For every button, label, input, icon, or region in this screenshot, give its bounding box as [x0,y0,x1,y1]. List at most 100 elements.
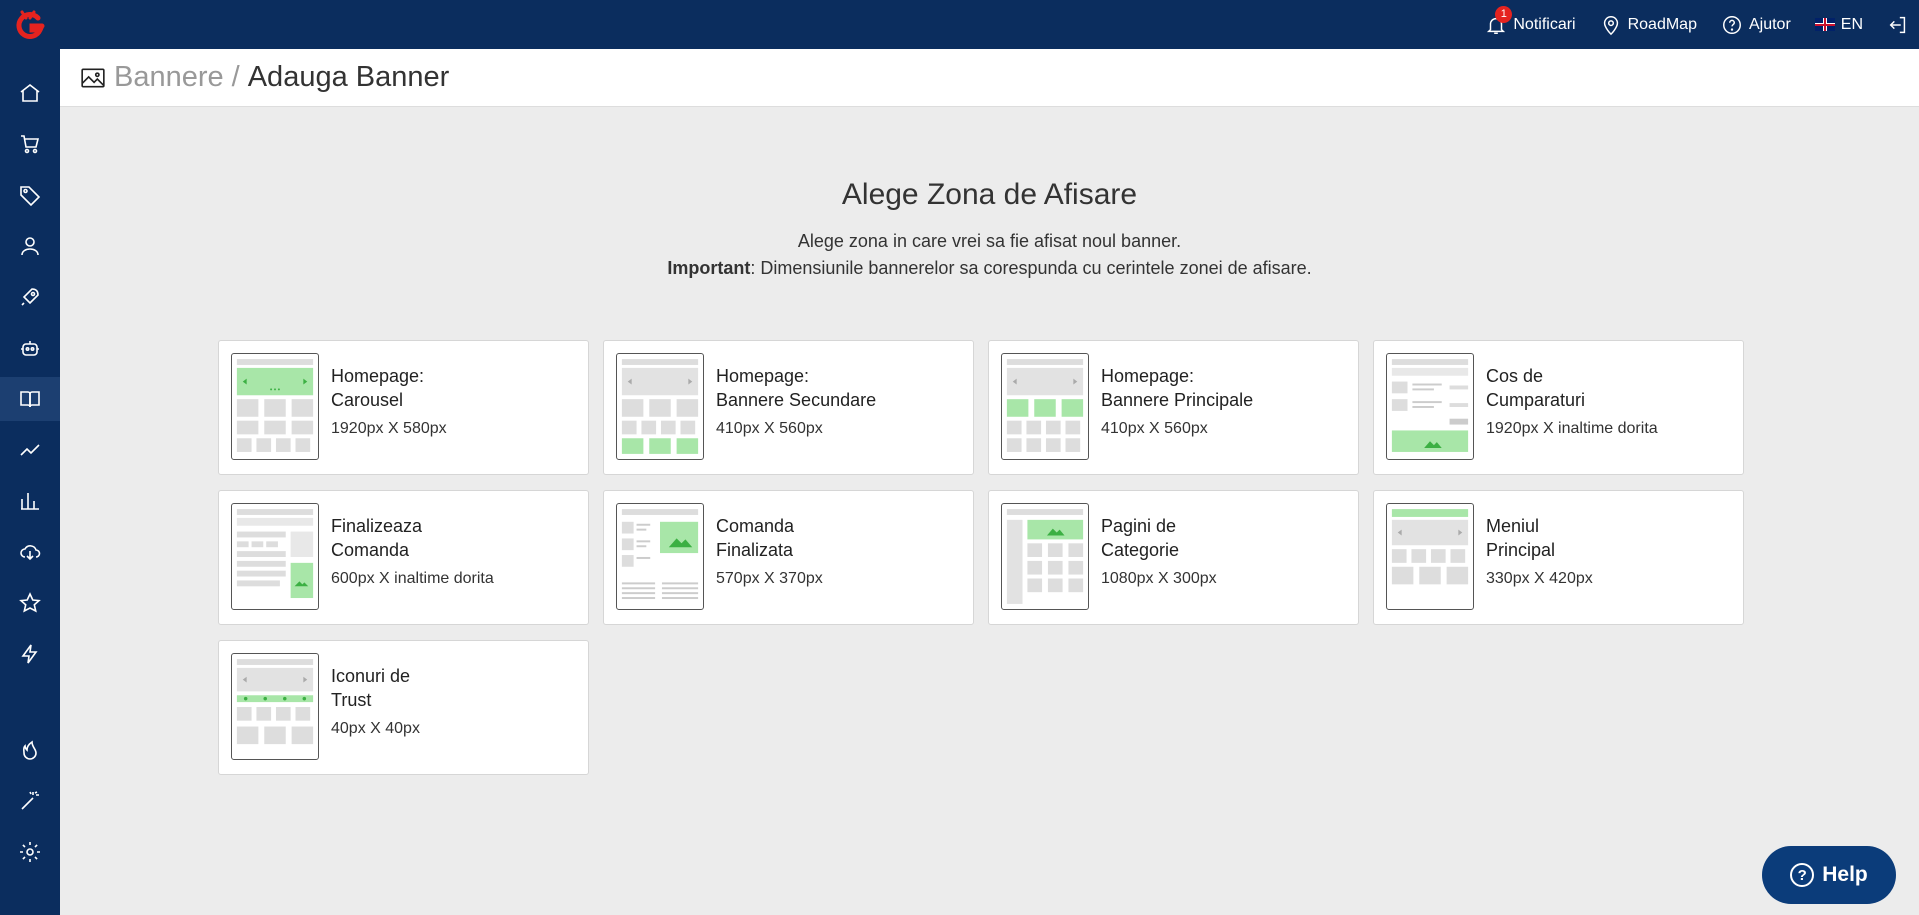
uk-flag-icon [1814,18,1835,31]
sidebar-item-analytics[interactable] [0,428,60,472]
zone-card-title-line1: Cos de [1486,366,1544,386]
breadcrumb-separator: / [231,61,240,93]
help-link-label: Ajutor [1748,15,1791,33]
zone-card-main-menu[interactable]: Meniul Principal 330px X 420px [1373,490,1744,625]
zone-card-title-line2: Comanda [331,540,410,560]
main-banners-layout-thumbnail [1001,353,1089,460]
logout-icon [1889,16,1906,33]
zone-card-title-line2: Trust [331,690,372,710]
zone-card-title-line2: Bannere Secundare [716,390,877,410]
order-complete-layout-thumbnail [616,503,704,610]
notifications-label: Notificari [1513,15,1576,33]
zone-card-checkout[interactable]: Finalizeaza Comanda 600px X inaltime dor… [218,490,589,625]
zone-card-size: 410px X 560px [716,420,823,437]
cart-icon [21,135,40,154]
users-icon [21,237,39,256]
lightning-icon [21,644,38,664]
help-button-label: Help [1822,863,1868,886]
language-label: EN [1840,15,1863,33]
zone-card-carousel[interactable]: Homepage: Carousel 1920px X 580px [218,340,589,475]
sidebar-item-reviews[interactable] [0,581,60,625]
main-menu-layout-thumbnail [1386,503,1474,610]
zone-card-order-complete[interactable]: Comanda Finalizata 570px X 370px [603,490,974,625]
home-icon [20,83,40,102]
map-pin-icon [1603,15,1618,35]
star-icon [19,592,41,613]
zone-card-title-line1: Homepage: [331,366,425,386]
page-header: Bannere / Adauga Banner [60,49,1919,107]
zone-card-title-line1: Meniul [1486,516,1540,536]
carousel-layout-thumbnail [231,353,319,460]
trend-icon [20,444,40,456]
zone-card-size: 40px X 40px [331,720,420,737]
zone-card-title-line2: Cumparaturi [1486,390,1586,410]
zone-card-size: 1920px X 580px [331,420,447,437]
sidebar-item-trending[interactable] [0,728,60,772]
important-label: Important [667,258,751,278]
cloud-download-icon [20,545,41,561]
help-link[interactable]: Ajutor [1721,14,1791,36]
zone-card-title-line1: Finalizeaza [331,516,423,536]
zone-card-size: 410px X 560px [1101,420,1208,437]
checkout-layout-thumbnail [231,503,319,610]
zone-card-title-line2: Carousel [331,390,404,410]
zone-card-size: 600px X inaltime dorita [331,570,494,587]
notifications-button[interactable]: 1 Notificari [1485,5,1576,36]
tag-icon [20,186,41,207]
zone-card-title-line2: Principal [1486,540,1556,560]
sidebar-item-products[interactable] [0,173,60,217]
section-note: Important: Dimensiunile bannerelor sa co… [60,255,1919,282]
sidebar-item-import[interactable] [0,530,60,574]
logo[interactable] [12,8,48,44]
sidebar-item-content[interactable] [0,377,60,421]
roadmap-button[interactable]: RoadMap [1600,14,1697,36]
zone-card-title-line1: Iconuri de [331,666,411,686]
question-circle-icon: ? [1790,863,1815,887]
zone-card-title-line1: Comanda [716,516,795,536]
zone-card-trust-icons[interactable]: Iconuri de Trust 40px X 40px [218,640,589,775]
fire-icon [22,740,37,760]
category-pages-layout-thumbnail [1001,503,1089,610]
sidebar-item-home[interactable] [0,71,60,115]
notifications-badge: 1 [1495,5,1513,23]
zone-card-title-line2: Categorie [1101,540,1180,560]
zone-card-title-line1: Homepage: [716,366,810,386]
zone-card-size: 330px X 420px [1486,570,1593,587]
zone-card-size: 570px X 370px [716,570,823,587]
gear-icon [20,842,40,862]
sidebar-item-orders[interactable] [0,122,60,166]
zone-card-secondary-banners[interactable]: Homepage: Bannere Secundare 410px X 560p… [603,340,974,475]
zone-card-main-banners[interactable]: Homepage: Bannere Principale 410px X 560… [988,340,1359,475]
sidebar-item-automation[interactable] [0,326,60,370]
logout-button[interactable] [1887,14,1909,36]
zone-card-title-line1: Homepage: [1101,366,1195,386]
sidebar-item-settings[interactable] [0,830,60,874]
section-description: Alege zona in care vrei sa fie afisat no… [797,231,1182,251]
roadmap-label: RoadMap [1627,15,1697,33]
language-selector[interactable]: EN [1814,15,1863,34]
sidebar-item-marketing[interactable] [0,275,60,319]
help-button[interactable]: ? Help [1762,846,1896,904]
sidebar-item-integrations[interactable] [0,632,60,676]
sidebar-item-reports[interactable] [0,479,60,523]
page-title: Adauga Banner [247,61,450,93]
zone-card-size: 1080px X 300px [1101,570,1217,587]
zone-card-size: 1920px X inaltime dorita [1486,420,1658,437]
sidebar [0,49,60,915]
book-icon [20,391,40,408]
magic-wand-icon [21,791,39,810]
zone-card-title-line1: Pagini de [1101,516,1177,536]
zone-card-cart[interactable]: Cos de Cumparaturi 1920px X inaltime dor… [1373,340,1744,475]
section-title: Alege Zona de Afisare [841,178,1138,211]
breadcrumb-parent[interactable]: Bannere [114,61,224,94]
zone-card-category-pages[interactable]: Pagini de Categorie 1080px X 300px [988,490,1359,625]
sidebar-item-customers[interactable] [0,224,60,268]
zone-card-title-line2: Finalizata [716,540,794,560]
image-icon [81,68,105,87]
top-bar: 1 Notificari RoadMap Ajutor EN [0,0,1919,49]
robot-icon [21,341,39,356]
sidebar-item-tools[interactable] [0,779,60,823]
rocket-icon [21,288,39,306]
secondary-banners-layout-thumbnail [616,353,704,460]
intro-section: Alege Zona de Afisare Alege zona in care… [60,178,1919,282]
